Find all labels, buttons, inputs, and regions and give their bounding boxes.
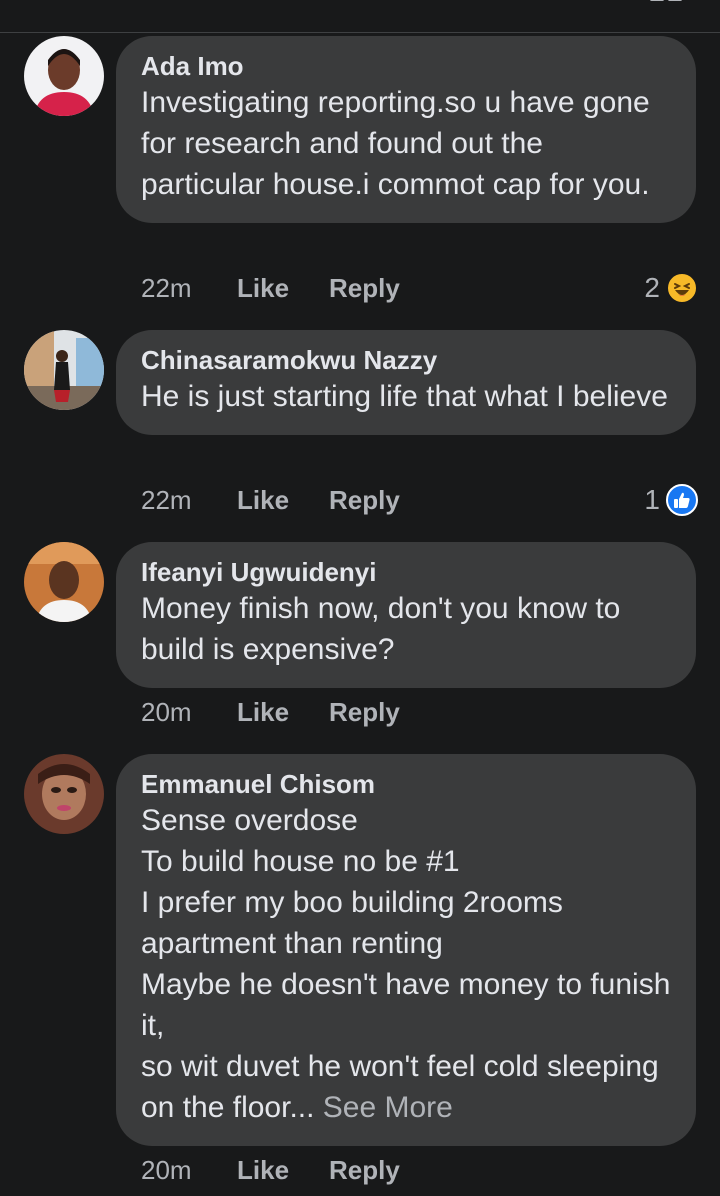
comment-text: Sense overdose To build house no be #1 I… [141,800,672,1128]
like-button[interactable]: Like [237,485,329,516]
reply-button[interactable]: Reply [329,1155,400,1186]
reply-button[interactable]: Reply [329,697,400,728]
comment-text-body: Sense overdose To build house no be #1 I… [141,804,671,1124]
top-divider [0,32,720,33]
like-button[interactable]: Like [237,697,329,728]
comment-timestamp[interactable]: 20m [141,1155,237,1186]
reaction-count: 2 [644,272,660,303]
reaction-count: 1 [644,484,660,515]
laugh-emoji-icon [666,272,698,304]
avatar[interactable] [24,754,104,834]
reply-button[interactable]: Reply [329,485,400,516]
comment-author[interactable]: Ada Imo [141,50,672,82]
comment-timestamp[interactable]: 20m [141,697,237,728]
comment-actions: 20m Like Reply [141,692,400,732]
like-thumb-icon [666,484,698,516]
comment-author[interactable]: Chinasaramokwu Nazzy [141,344,672,376]
avatar[interactable] [24,330,104,410]
comments-screen: Ada Imo Investigating reporting.so u hav… [0,0,720,1196]
comment-author[interactable]: Ifeanyi Ugwuidenyi [141,556,672,588]
like-button[interactable]: Like [237,273,329,304]
comment-bubble[interactable]: Ifeanyi Ugwuidenyi Money finish now, don… [116,542,696,688]
comment-bubble[interactable]: Chinasaramokwu Nazzy He is just starting… [116,330,696,435]
reply-button[interactable]: Reply [329,273,400,304]
like-button[interactable]: Like [237,1155,329,1186]
avatar[interactable] [24,542,104,622]
comment-bubble[interactable]: Emmanuel Chisom Sense overdose To build … [116,754,696,1146]
comment-text: He is just starting life that what I bel… [141,380,668,413]
see-more-link[interactable]: See More [314,1091,453,1124]
reaction-summary[interactable]: 1 [644,480,698,520]
comment-text: Investigating reporting.so u have gone f… [141,86,659,201]
comment-actions: 20m Like Reply [141,1150,400,1190]
comment-timestamp[interactable]: 22m [141,273,237,304]
comment-timestamp[interactable]: 22m [141,485,237,516]
comment-actions: 22m Like Reply [141,268,400,308]
comment-text: Money finish now, don't you know to buil… [141,592,629,666]
comment-author[interactable]: Emmanuel Chisom [141,768,672,800]
avatar[interactable] [24,36,104,116]
comment-bubble[interactable]: Ada Imo Investigating reporting.so u hav… [116,36,696,223]
top-toolbar-icon[interactable] [650,0,682,4]
reaction-summary[interactable]: 2 [644,268,698,308]
comment-actions: 22m Like Reply [141,480,400,520]
